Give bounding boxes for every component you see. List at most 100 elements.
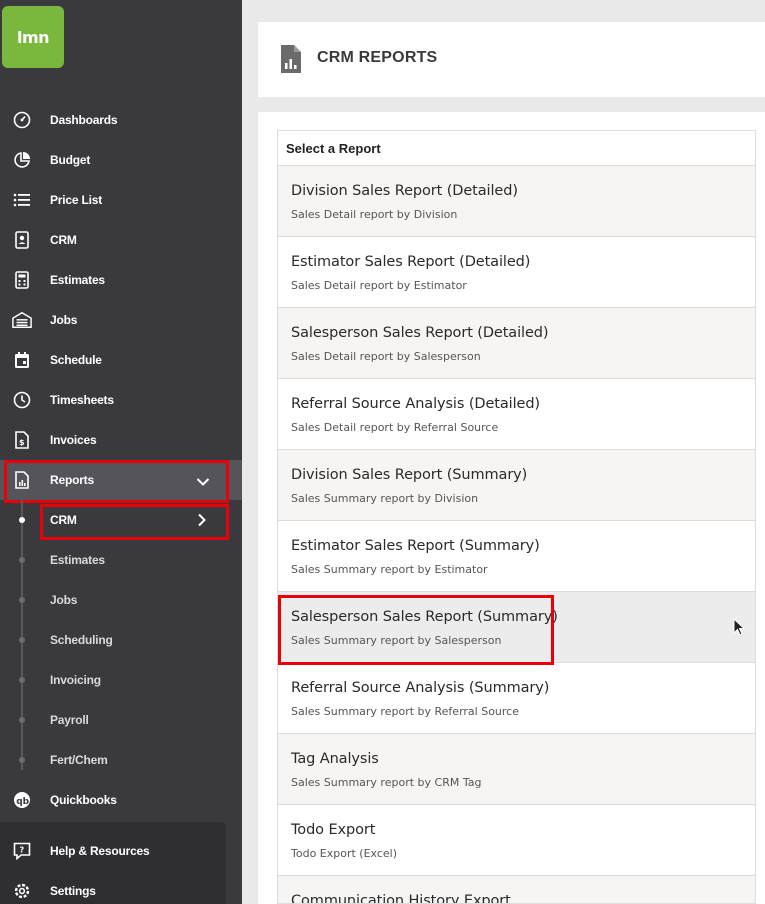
report-title: Referral Source Analysis (Summary) <box>291 680 550 696</box>
sidebar-item-quickbooks[interactable]: qb Quickbooks <box>0 780 242 820</box>
sidebar-item-price-list[interactable]: Price List <box>0 180 242 220</box>
sidebar-item-label: CRM <box>50 233 77 247</box>
sidebar-item-budget[interactable]: Budget <box>0 140 242 180</box>
report-description: Sales Summary report by Estimator <box>291 563 488 576</box>
report-title: Communication History Export <box>291 893 511 904</box>
active-dot <box>19 517 25 523</box>
tree-dot <box>19 637 25 643</box>
report-description: Sales Summary report by Referral Source <box>291 705 519 718</box>
report-title: Estimator Sales Report (Detailed) <box>291 254 531 270</box>
svg-text:qb: qb <box>16 797 29 807</box>
sidebar-item-label: Estimates <box>50 273 105 287</box>
sidebar-subitem-label: Invoicing <box>50 673 101 687</box>
sidebar-item-label: Budget <box>50 153 91 167</box>
list-icon <box>12 190 32 210</box>
tree-dot <box>19 597 25 603</box>
report-document-icon <box>280 44 302 79</box>
calculator-icon <box>12 270 32 290</box>
sidebar-subitem-label: Fert/Chem <box>50 753 108 767</box>
sidebar-item-schedule[interactable]: Schedule <box>0 340 242 380</box>
report-title: Estimator Sales Report (Summary) <box>291 538 540 554</box>
sidebar-item-estimates[interactable]: Estimates <box>0 260 242 300</box>
report-item-division-detailed[interactable]: Division Sales Report (Detailed) Sales D… <box>278 166 755 237</box>
sidebar-item-label: Jobs <box>50 313 78 327</box>
report-description: Sales Detail report by Salesperson <box>291 350 481 363</box>
sidebar-item-label: Settings <box>50 884 96 898</box>
svg-text:$: $ <box>19 438 25 447</box>
highlight-box-reports <box>4 460 229 503</box>
sidebar-item-label: Quickbooks <box>50 793 117 807</box>
pie-chart-icon <box>12 150 32 170</box>
report-description: Sales Detail report by Referral Source <box>291 421 499 434</box>
sidebar-item-jobs[interactable]: Jobs <box>0 300 242 340</box>
report-description: Sales Summary report by Division <box>291 492 479 505</box>
tree-dot <box>19 557 25 563</box>
report-list: Select a Report Division Sales Report (D… <box>277 130 756 904</box>
sidebar-item-label: Help & Resources <box>50 844 150 858</box>
sidebar-subitem-scheduling[interactable]: Scheduling <box>0 620 242 660</box>
sidebar-item-help[interactable]: ? Help & Resources <box>0 831 242 871</box>
gauge-icon <box>12 110 32 130</box>
sidebar-subitem-label: Jobs <box>50 593 78 607</box>
report-description: Sales Detail report by Estimator <box>291 279 467 292</box>
report-item-salesperson-detailed[interactable]: Salesperson Sales Report (Detailed) Sale… <box>278 308 755 379</box>
report-title: Salesperson Sales Report (Detailed) <box>291 325 549 341</box>
tree-dot <box>19 677 25 683</box>
tree-dot <box>19 757 25 763</box>
report-title: Division Sales Report (Detailed) <box>291 183 518 199</box>
report-item-referral-summary[interactable]: Referral Source Analysis (Summary) Sales… <box>278 663 755 734</box>
highlight-box-crm <box>40 504 229 540</box>
sidebar-subitem-fert-chem[interactable]: Fert/Chem <box>0 740 242 780</box>
report-title: Tag Analysis <box>291 751 379 767</box>
report-item-communication-history-export[interactable]: Communication History Export <box>278 876 755 904</box>
highlight-box-salesperson-summary <box>278 595 554 665</box>
report-item-tag-analysis[interactable]: Tag Analysis Sales Summary report by CRM… <box>278 734 755 805</box>
report-description: Sales Detail report by Division <box>291 208 458 221</box>
sidebar-item-timesheets[interactable]: Timesheets <box>0 380 242 420</box>
report-item-estimator-summary[interactable]: Estimator Sales Report (Summary) Sales S… <box>278 521 755 592</box>
sidebar-item-label: Dashboards <box>50 113 118 127</box>
report-description: Sales Summary report by CRM Tag <box>291 776 482 789</box>
sidebar-subitem-label: Estimates <box>50 553 105 567</box>
mouse-cursor-icon <box>733 617 746 641</box>
report-list-header: Select a Report <box>278 131 755 166</box>
contact-card-icon <box>12 230 32 250</box>
sidebar-subitem-payroll[interactable]: Payroll <box>0 700 242 740</box>
sidebar-item-invoices[interactable]: $ Invoices <box>0 420 242 460</box>
sidebar-item-label: Invoices <box>50 433 97 447</box>
calendar-icon <box>12 350 32 370</box>
sidebar-item-label: Timesheets <box>50 393 114 407</box>
invoice-icon: $ <box>12 430 32 450</box>
svg-text:?: ? <box>20 846 25 855</box>
report-title: Todo Export <box>291 822 376 838</box>
logo-text: lmn <box>16 27 50 47</box>
reports-panel: Select a Report Division Sales Report (D… <box>258 112 765 904</box>
page-header: CRM REPORTS <box>258 22 765 97</box>
report-item-estimator-detailed[interactable]: Estimator Sales Report (Detailed) Sales … <box>278 237 755 308</box>
report-title: Referral Source Analysis (Detailed) <box>291 396 540 412</box>
report-title: Division Sales Report (Summary) <box>291 467 528 483</box>
sidebar-subitem-estimates[interactable]: Estimates <box>0 540 242 580</box>
sidebar-subitem-invoicing[interactable]: Invoicing <box>0 660 242 700</box>
sidebar-subitem-label: Payroll <box>50 713 89 727</box>
page-title: CRM REPORTS <box>317 49 438 66</box>
sidebar-subitem-label: Scheduling <box>50 633 113 647</box>
report-item-todo-export[interactable]: Todo Export Todo Export (Excel) <box>278 805 755 876</box>
sidebar-item-settings[interactable]: Settings <box>0 871 242 904</box>
sidebar-item-label: Schedule <box>50 353 102 367</box>
clock-icon <box>12 390 32 410</box>
sidebar-item-dashboards[interactable]: Dashboards <box>0 100 242 140</box>
report-item-division-summary[interactable]: Division Sales Report (Summary) Sales Su… <box>278 450 755 521</box>
help-chat-icon: ? <box>12 841 32 861</box>
report-description: Todo Export (Excel) <box>291 847 398 860</box>
gear-icon <box>12 881 32 901</box>
sidebar-item-label: Price List <box>50 193 103 207</box>
sidebar-item-crm[interactable]: CRM <box>0 220 242 260</box>
tree-dot <box>19 717 25 723</box>
lmn-logo[interactable]: lmn <box>2 6 64 68</box>
garage-icon <box>12 310 32 330</box>
sidebar: lmn Dashboards Budget Price List CRM Est… <box>0 0 242 904</box>
quickbooks-icon: qb <box>12 790 32 810</box>
report-item-referral-detailed[interactable]: Referral Source Analysis (Detailed) Sale… <box>278 379 755 450</box>
sidebar-subitem-jobs[interactable]: Jobs <box>0 580 242 620</box>
